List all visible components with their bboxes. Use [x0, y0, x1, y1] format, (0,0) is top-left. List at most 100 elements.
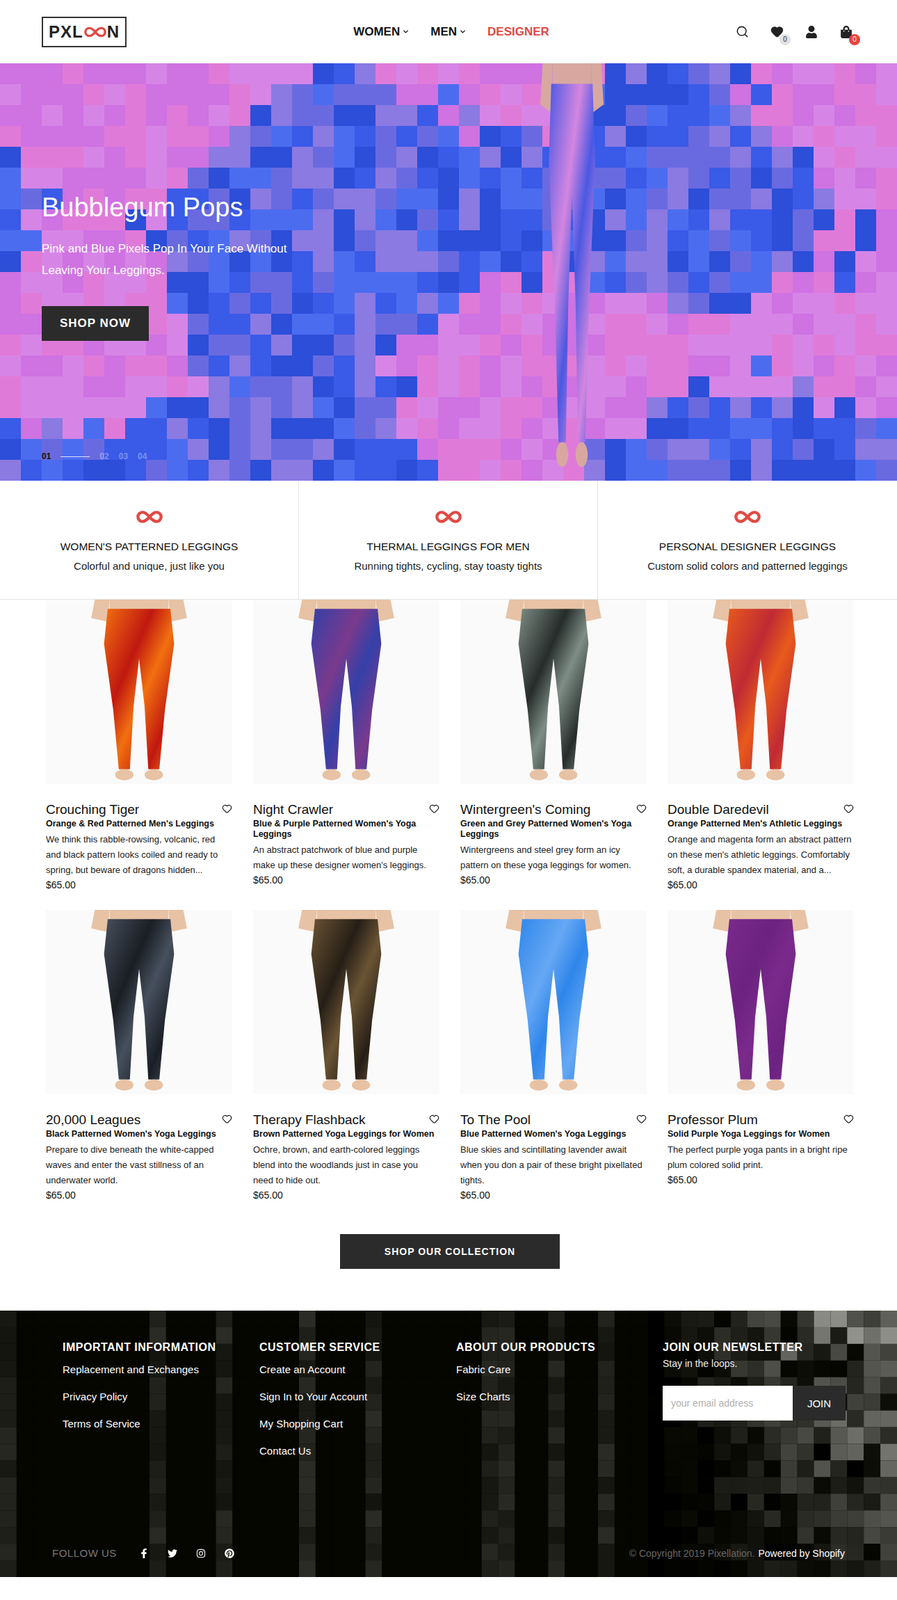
product-card[interactable]: Crouching TigerOrange & Red Patterned Me… — [45, 599, 233, 891]
product-title[interactable]: 20,000 Leagues — [45, 1111, 141, 1128]
footer-link[interactable]: My Shopping Cart — [259, 1417, 457, 1429]
product-head: Crouching Tiger — [45, 801, 233, 818]
product-card[interactable]: Night CrawlerBlue & Purple Patterned Wom… — [253, 599, 440, 891]
product-type: Blue & Purple Patterned Women's Yoga Leg… — [253, 818, 440, 840]
slide-progress-line — [60, 456, 90, 457]
search-icon — [735, 25, 749, 39]
footer-columns: IMPORTANT INFORMATIONReplacement and Exc… — [52, 1340, 845, 1457]
footer-link[interactable]: Terms of Service — [62, 1417, 260, 1429]
social-link[interactable] — [224, 1547, 235, 1558]
product-price: $65.00 — [460, 874, 647, 886]
product-title[interactable]: Night Crawler — [253, 801, 334, 818]
footer-link[interactable]: Size Charts — [456, 1390, 663, 1402]
user-icon — [805, 25, 818, 39]
heart-icon — [429, 803, 440, 814]
cart-badge: 0 — [849, 34, 861, 46]
pinterest-icon — [224, 1547, 235, 1558]
slide-indicator[interactable]: 03 — [118, 451, 128, 462]
feature-item[interactable]: PERSONAL DESIGNER LEGGINGSCustom solid c… — [598, 480, 897, 599]
social-link[interactable] — [196, 1547, 206, 1558]
nav-item[interactable]: DESIGNER — [487, 25, 550, 39]
wishlist-toggle[interactable] — [221, 801, 233, 817]
product-title[interactable]: To The Pool — [460, 1111, 531, 1128]
nav-item[interactable]: MEN — [430, 25, 467, 39]
feature-subtitle: Running tights, cycling, stay toasty tig… — [353, 559, 542, 572]
wishlist-toggle[interactable] — [429, 801, 440, 817]
slide-indicator[interactable]: 01 — [41, 451, 90, 462]
feature-item[interactable]: WOMEN'S PATTERNED LEGGINGSColorful and u… — [0, 480, 299, 599]
product-description: Blue skies and scintillating lavender aw… — [460, 1141, 647, 1188]
product-image[interactable] — [45, 909, 233, 1094]
join-button[interactable]: JOIN — [792, 1385, 846, 1420]
product-card[interactable]: Professor PlumSolid Purple Yoga Leggings… — [667, 909, 854, 1201]
product-price: $65.00 — [45, 878, 233, 891]
header-icons: 00 — [734, 24, 854, 40]
product-title[interactable]: Double Daredevil — [667, 801, 770, 818]
product-price: $65.00 — [253, 1189, 440, 1201]
product-type: Blue Patterned Women's Yoga Leggings — [460, 1128, 647, 1139]
powered-by-link[interactable]: Powered by Shopify — [757, 1547, 845, 1559]
hero-banner: Bubblegum PopsPink and Blue Pixels Pop I… — [0, 63, 897, 481]
wishlist-toggle[interactable] — [636, 801, 647, 817]
feature-item[interactable]: THERMAL LEGGINGS FOR MEN Running tights, … — [299, 480, 598, 599]
wishlist-toggle[interactable] — [221, 1111, 233, 1127]
product-image[interactable] — [253, 599, 440, 784]
product-card[interactable]: Wintergreen's ComingGreen and Grey Patte… — [460, 599, 647, 891]
wishlist-toggle[interactable] — [636, 1111, 647, 1127]
wishlist-button[interactable]: 0 — [769, 24, 785, 40]
footer-link[interactable]: Replacement and Exchanges — [62, 1362, 260, 1375]
slide-indicator[interactable]: 04 — [137, 451, 147, 462]
slide-indicator[interactable]: 02 — [99, 451, 109, 462]
product-title[interactable]: Crouching Tiger — [45, 801, 140, 818]
hero-title: Bubblegum Pops — [41, 192, 512, 223]
product-card[interactable]: 20,000 LeaguesBlack Patterned Women's Yo… — [45, 909, 233, 1201]
product-description: We think this rabble-rowsing, volcanic, … — [45, 831, 233, 878]
product-description: Ochre, brown, and earth-colored leggings… — [253, 1141, 440, 1188]
chevron-down-icon — [458, 27, 467, 36]
footer-heading: ABOUT OUR PRODUCTS — [456, 1340, 663, 1354]
product-title[interactable]: Wintergreen's Coming — [460, 801, 591, 818]
newsletter-form: JOIN — [662, 1385, 846, 1420]
email-input[interactable] — [662, 1385, 793, 1420]
product-card[interactable]: Double DaredevilOrange Patterned Men's A… — [667, 599, 854, 891]
cart-button[interactable]: 0 — [838, 24, 854, 40]
product-image[interactable] — [667, 909, 854, 1094]
heart-icon — [843, 803, 854, 814]
product-head: Therapy Flashback — [253, 1111, 440, 1128]
footer-link[interactable]: Fabric Care — [456, 1362, 663, 1375]
product-title[interactable]: Therapy Flashback — [253, 1111, 366, 1128]
product-grid: Crouching TigerOrange & Red Patterned Me… — [45, 599, 854, 1201]
footer-link[interactable]: Privacy Policy — [62, 1390, 260, 1402]
header: PXLNWOMENMENDESIGNER00 — [0, 0, 897, 64]
instagram-icon — [196, 1547, 206, 1558]
wishlist-toggle[interactable] — [843, 801, 854, 817]
wishlist-toggle[interactable] — [843, 1111, 854, 1127]
shop-now-button[interactable]: SHOP NOW — [41, 305, 149, 341]
logo[interactable]: PXLN — [41, 16, 127, 48]
social-link[interactable] — [167, 1547, 178, 1558]
footer-column: ABOUT OUR PRODUCTS Fabric Care Size Charts — [456, 1340, 663, 1457]
account-button[interactable] — [803, 24, 820, 40]
social-link[interactable] — [139, 1547, 149, 1558]
product-image[interactable] — [460, 909, 647, 1094]
footer: IMPORTANT INFORMATIONReplacement and Exc… — [0, 1310, 897, 1577]
footer-link[interactable]: Sign In to Your Account — [259, 1390, 457, 1402]
product-image[interactable] — [45, 599, 233, 784]
product-image[interactable] — [460, 599, 647, 784]
product-card[interactable]: Therapy FlashbackBrown Patterned Yoga Le… — [253, 909, 440, 1201]
shop-collection-button[interactable]: SHOP OUR COLLECTION — [340, 1233, 560, 1269]
wishlist-toggle[interactable] — [429, 1111, 440, 1127]
feature-title: WOMEN'S PATTERNED LEGGINGS — [60, 540, 239, 553]
footer-link[interactable]: Create an Account — [259, 1362, 457, 1375]
product-image[interactable] — [667, 599, 854, 784]
feature-title: THERMAL LEGGINGS FOR MEN — [366, 540, 530, 553]
product-card[interactable]: To The PoolBlue Patterned Women's Yoga L… — [460, 909, 647, 1201]
nav-item[interactable]: WOMEN — [353, 25, 410, 39]
product-type: Green and Grey Patterned Women's Yoga Le… — [460, 818, 647, 840]
product-title[interactable]: Professor Plum — [667, 1111, 758, 1128]
footer-link[interactable]: Contact Us — [259, 1444, 457, 1457]
heart-icon — [221, 803, 233, 814]
search-button[interactable] — [734, 24, 750, 40]
product-image[interactable] — [253, 909, 440, 1094]
heart-icon — [429, 1113, 440, 1124]
